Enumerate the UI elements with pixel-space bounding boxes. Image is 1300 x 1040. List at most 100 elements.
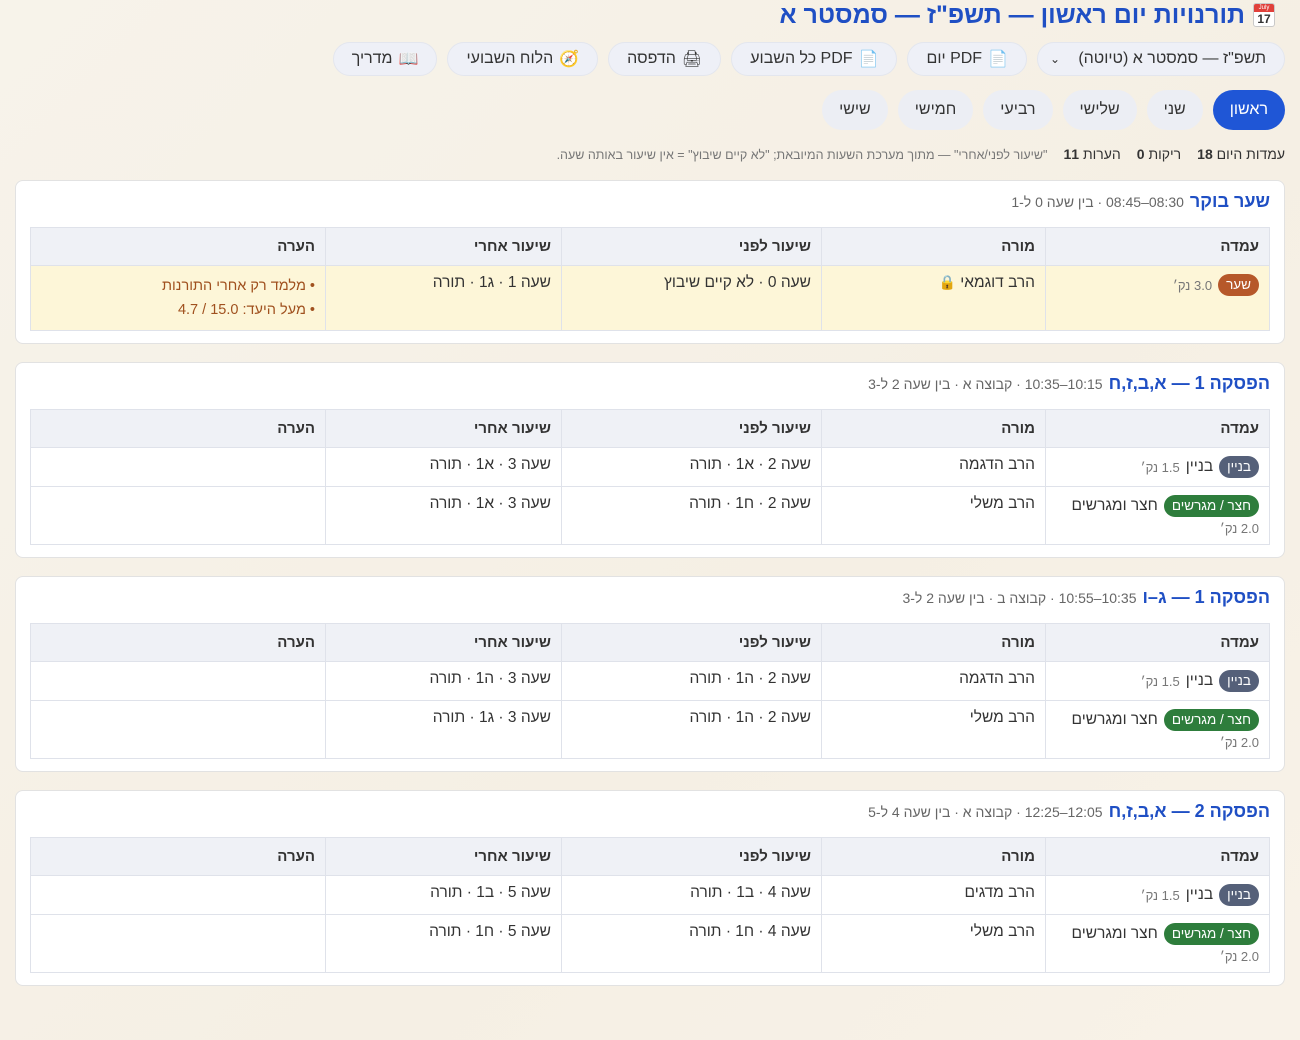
teacher-cell[interactable]: הרב משלי: [821, 914, 1046, 973]
lesson-after-cell: שעה 1 · ג1 · תורה: [325, 265, 562, 331]
print-button[interactable]: 🖨 הדפסה: [608, 42, 722, 76]
station-points: 1.5 נק׳: [1140, 459, 1180, 475]
section-title: הפסקה 2 — א,ב,ז,ח: [1108, 801, 1270, 821]
lesson-before-cell: שעה 2 · א1 · תורה: [561, 447, 822, 487]
duty-table: עמדה מורה שיעור לפני שיעור אחרי הערה בניין בני…: [30, 837, 1270, 973]
tab-day[interactable]: חמישי: [897, 90, 974, 130]
station-badge: בניין: [1219, 456, 1259, 478]
station-badge: חצר / מגרשים: [1163, 923, 1259, 945]
lock-icon: 🔒: [938, 274, 956, 290]
teacher-name: הרב מדגים: [964, 884, 1035, 901]
teacher-name: הרב משלי: [969, 923, 1035, 940]
table-row[interactable]: חצר / מגרשים חצר ומגרשים 2.0 נק׳ הרב משלי שע…: [30, 914, 1270, 973]
teacher-name: הרב משלי: [969, 709, 1035, 726]
day-tabs: ראשון שני שלישי רביעי חמישי שישי: [15, 90, 1285, 130]
page: July 17 תורנויות יום ראשון — תשפ"ז — סמס…: [0, 0, 1300, 1040]
station-badge: בניין: [1219, 884, 1259, 906]
note-cell: [30, 486, 326, 545]
table-row[interactable]: בניין בניין 1.5 נק׳ הרב הדגמה שעה 2 · ה1 · ת…: [30, 661, 1270, 701]
station-points: 2.0 נק׳: [1219, 735, 1259, 750]
book-icon: 📖: [398, 51, 419, 68]
pdf-day-button[interactable]: 📄 PDF יום: [907, 42, 1027, 76]
tab-day[interactable]: שלישי: [1062, 90, 1137, 130]
column-header-note: הערה: [30, 409, 326, 448]
calendar-day: 17: [1257, 12, 1271, 26]
stat-empty-value: 0: [1136, 146, 1145, 162]
lesson-after-cell: שעה 5 · ב1 · תורה: [325, 875, 562, 915]
note-item: •מלמד רק אחרי התורנות: [41, 274, 315, 298]
column-header-note: הערה: [30, 623, 326, 662]
tab-day[interactable]: רביעי: [983, 90, 1053, 130]
teacher-cell[interactable]: הרב דוגמאי 🔒: [821, 265, 1046, 331]
note-text: מלמד רק אחרי התורנות: [162, 278, 306, 294]
station-place: חצר ומגרשים: [1071, 711, 1158, 728]
tab-day[interactable]: שישי: [822, 90, 888, 130]
section-meta: 08:30–08:45 · בין שעה 0 ל-1: [1011, 194, 1184, 210]
pdf-week-label: PDF כל השבוע: [750, 50, 853, 67]
lesson-after-cell: שעה 3 · א1 · תורה: [325, 447, 562, 487]
stat-empty-label: ריקות: [1148, 146, 1182, 162]
station-points: 2.0 נק׳: [1219, 521, 1259, 536]
stat-notes-value: 11: [1063, 146, 1080, 162]
column-header-before: שיעור לפני: [561, 837, 822, 876]
teacher-cell[interactable]: הרב הדגמה: [821, 447, 1046, 487]
note-cell: [30, 661, 326, 701]
teacher-cell[interactable]: הרב מדגים: [821, 875, 1046, 915]
section-meta: 10:35–10:55 · קבוצה ב · בין שעה 2 ל-3: [902, 590, 1137, 606]
page-title: תורנויות יום ראשון — תשפ"ז — סמסטר א: [779, 1, 1245, 29]
duty-section: שער בוקר 08:30–08:45 · בין שעה 0 ל-1 עמדה מ…: [15, 180, 1285, 344]
column-header-teacher: מורה: [821, 409, 1046, 448]
stat-notes: הערות 11: [1064, 146, 1121, 162]
station-cell: בניין בניין 1.5 נק׳: [1045, 661, 1270, 701]
table-header-row: עמדה מורה שיעור לפני שיעור אחרי הערה: [30, 227, 1270, 266]
calendar-icon: July 17: [1253, 3, 1275, 27]
lesson-after-cell: שעה 3 · ג1 · תורה: [325, 700, 562, 759]
pdf-week-button[interactable]: 📄 PDF כל השבוע: [731, 42, 898, 76]
table-row[interactable]: בניין בניין 1.5 נק׳ הרב מדגים שעה 4 · ב1 · ת…: [30, 875, 1270, 915]
station-points: 1.5 נק׳: [1140, 673, 1180, 689]
section-title: הפסקה 1 — א,ב,ז,ח: [1108, 373, 1270, 393]
stat-notes-label: הערות: [1082, 146, 1121, 162]
station-line: בניין בניין 1.5 נק׳: [1056, 670, 1259, 692]
lesson-after-cell: שעה 3 · א1 · תורה: [325, 486, 562, 545]
teacher-cell[interactable]: הרב הדגמה: [821, 661, 1046, 701]
station-badge: חצר / מגרשים: [1163, 709, 1259, 731]
tab-day[interactable]: שני: [1146, 90, 1203, 130]
duty-table: עמדה מורה שיעור לפני שיעור אחרי הערה שער 3.0 נ…: [30, 227, 1270, 331]
lesson-before-cell: שעה 2 · ה1 · תורה: [561, 661, 822, 701]
station-badge: בניין: [1219, 670, 1259, 692]
guide-label: מדריך: [351, 50, 393, 67]
tab-day[interactable]: ראשון: [1212, 90, 1285, 130]
column-header-teacher: מורה: [821, 227, 1046, 266]
teacher-cell[interactable]: הרב משלי: [821, 486, 1046, 545]
teacher-name: הרב הדגמה: [959, 670, 1035, 687]
semester-select[interactable]: תשפ"ז — סמסטר א (טיוטה) ⌄: [1037, 42, 1285, 76]
column-header-before: שיעור לפני: [561, 409, 822, 448]
table-row[interactable]: חצר / מגרשים חצר ומגרשים 2.0 נק׳ הרב משלי שע…: [30, 700, 1270, 759]
station-place: בניין: [1185, 458, 1214, 475]
guide-button[interactable]: 📖 מדריך: [332, 42, 438, 76]
station-line: בניין בניין 1.5 נק׳: [1056, 456, 1259, 478]
station-line: חצר / מגרשים חצר ומגרשים: [1056, 709, 1259, 731]
weekly-board-button[interactable]: 🧭 הלוח השבועי: [447, 42, 599, 76]
title-row: July 17 תורנויות יום ראשון — תשפ"ז — סמס…: [15, 0, 1285, 30]
table-row[interactable]: בניין בניין 1.5 נק׳ הרב הדגמה שעה 2 · א1 · ת…: [30, 447, 1270, 487]
column-header-before: שיעור לפני: [561, 623, 822, 662]
table-header-row: עמדה מורה שיעור לפני שיעור אחרי הערה: [30, 623, 1270, 662]
note-cell: [30, 914, 326, 973]
teacher-cell[interactable]: הרב משלי: [821, 700, 1046, 759]
lesson-before-cell: שעה 4 · ח1 · תורה: [561, 914, 822, 973]
teacher-name: הרב הדגמה: [959, 456, 1035, 473]
duty-section: הפסקה 2 — א,ב,ז,ח 12:05–12:25 · קבוצה א ·…: [15, 790, 1285, 986]
table-row[interactable]: חצר / מגרשים חצר ומגרשים 2.0 נק׳ הרב משלי שע…: [30, 486, 1270, 545]
toolbar: תשפ"ז — סמסטר א (טיוטה) ⌄ 📄 PDF יום 📄 PD…: [15, 42, 1285, 76]
duty-table: עמדה מורה שיעור לפני שיעור אחרי הערה בניין בני…: [30, 623, 1270, 759]
document-icon: 📄: [988, 51, 1008, 68]
station-place: חצר ומגרשים: [1071, 925, 1158, 942]
pdf-day-label: PDF יום: [926, 50, 983, 67]
column-header-station: עמדה: [1045, 837, 1270, 876]
column-header-after: שיעור אחרי: [325, 409, 562, 448]
column-header-station: עמדה: [1045, 409, 1270, 448]
table-row[interactable]: שער 3.0 נק׳ הרב דוגמאי 🔒 שעה 0 · לא קיים שי…: [30, 265, 1270, 331]
station-cell: שער 3.0 נק׳: [1045, 265, 1270, 331]
